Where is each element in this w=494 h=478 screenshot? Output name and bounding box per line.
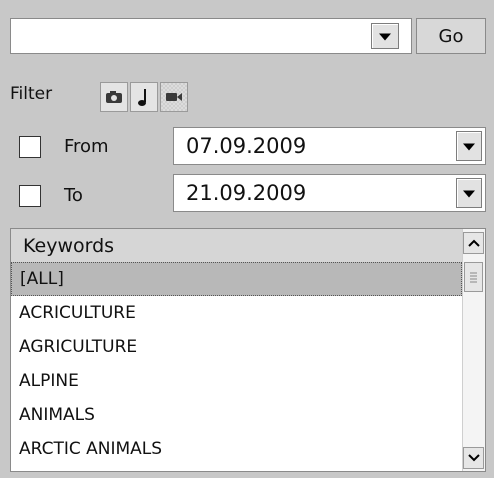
list-item[interactable]: ALPINE bbox=[11, 364, 462, 398]
keywords-header: Keywords bbox=[11, 229, 462, 262]
filter-video-button[interactable] bbox=[160, 82, 188, 112]
filter-photo-button[interactable] bbox=[100, 82, 128, 112]
grip-icon bbox=[470, 272, 477, 283]
list-item[interactable]: ACRICULTURE bbox=[11, 296, 462, 330]
chevron-down-icon bbox=[463, 190, 475, 198]
list-item[interactable]: AGRICULTURE bbox=[11, 330, 462, 364]
camera-icon bbox=[106, 91, 122, 103]
chevron-down-icon bbox=[463, 143, 475, 151]
scroll-down-button[interactable] bbox=[463, 447, 484, 469]
filter-audio-button[interactable] bbox=[130, 82, 158, 112]
chevron-down-icon bbox=[467, 454, 480, 462]
from-label: From bbox=[64, 136, 109, 157]
to-label: To bbox=[64, 185, 83, 206]
video-camera-icon bbox=[166, 93, 182, 101]
to-date-dropdown-button[interactable] bbox=[456, 178, 482, 208]
from-checkbox[interactable] bbox=[19, 136, 41, 158]
to-checkbox[interactable] bbox=[19, 185, 41, 207]
go-button[interactable]: Go bbox=[416, 18, 486, 54]
to-date-field[interactable]: 21.09.2009 bbox=[173, 174, 486, 212]
filter-label: Filter bbox=[10, 84, 53, 104]
from-date-field[interactable]: 07.09.2009 bbox=[173, 127, 486, 165]
music-note-icon bbox=[138, 89, 146, 106]
list-item[interactable]: [ALL] bbox=[11, 262, 462, 296]
from-date-dropdown-button[interactable] bbox=[456, 131, 482, 161]
chevron-down-icon bbox=[379, 33, 391, 41]
chevron-up-icon bbox=[467, 239, 480, 247]
search-combo-input[interactable] bbox=[10, 18, 412, 54]
scroll-up-button[interactable] bbox=[463, 232, 484, 254]
list-item[interactable]: ARCTIC ANIMALS bbox=[11, 432, 462, 466]
scroll-thumb[interactable] bbox=[464, 262, 483, 292]
search-dropdown-button[interactable] bbox=[371, 23, 399, 49]
list-item[interactable]: ANIMALS bbox=[11, 398, 462, 432]
